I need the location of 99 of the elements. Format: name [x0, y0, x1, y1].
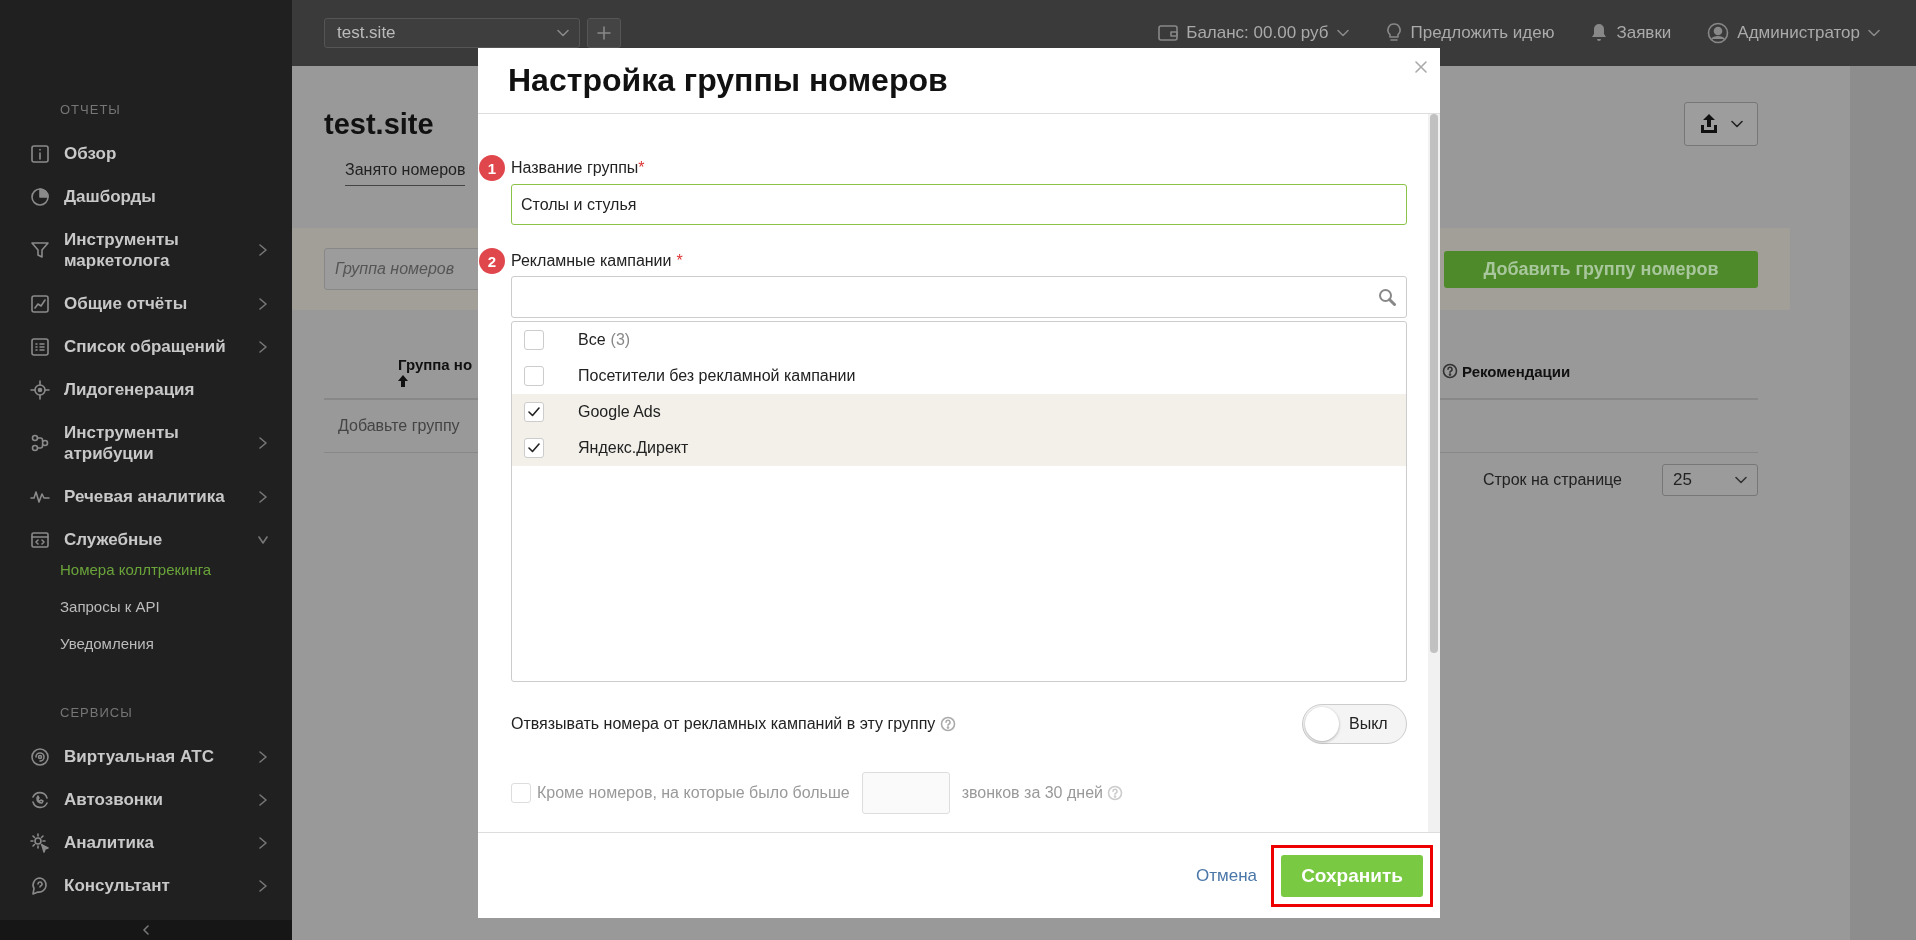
chevron-left-icon — [142, 925, 150, 935]
sidebar-item[interactable]: Виртуальная АТС — [64, 746, 239, 767]
export-button[interactable] — [1684, 102, 1758, 146]
required-mark: * — [638, 159, 645, 177]
sidebar-item[interactable]: Обзор — [64, 143, 239, 164]
option-label: Google Ads — [578, 403, 661, 421]
sidebar-item[interactable]: Общие отчёты — [64, 293, 239, 314]
caret-icon — [1336, 29, 1349, 37]
search-icon — [1378, 288, 1396, 306]
requests-text: Заявки — [1616, 23, 1672, 43]
option-label: Отвязывать номера от рекламных кампаний в эту группу — [511, 715, 936, 733]
caret-icon — [557, 29, 569, 37]
lightbulb-icon — [1384, 23, 1403, 43]
section-heading: ОТЧЕТЫ — [59, 101, 122, 119]
pie-chart-icon — [30, 186, 50, 207]
user-menu[interactable]: Администратор — [1707, 22, 1880, 44]
toggle-state-text: Выкл — [1349, 715, 1388, 733]
info-icon — [30, 143, 50, 164]
sidebar-item[interactable]: Дашборды — [64, 186, 239, 207]
sidebar-subitem[interactable]: Номера коллтрекинга — [60, 551, 212, 588]
toggle-switch[interactable]: Выкл — [1302, 704, 1407, 744]
sidebar-item[interactable]: Лидогенерация — [64, 379, 239, 400]
site-title: test.site — [324, 107, 434, 141]
check-icon — [528, 407, 540, 417]
upload-icon — [1699, 113, 1719, 135]
tab[interactable]: Занято номеров — [345, 160, 466, 186]
sidebar-item[interactable]: Аналитика — [64, 832, 239, 853]
plus-icon — [597, 26, 611, 40]
scrollbar[interactable] — [1428, 114, 1440, 832]
select-value: 25 — [1673, 470, 1692, 490]
caret-icon — [1735, 476, 1747, 484]
column-header[interactable]: Рекомендации — [1462, 362, 1571, 380]
sidebar-item[interactable]: Консультант — [64, 875, 239, 896]
target-icon — [30, 379, 50, 400]
cancel-link[interactable]: Отмена — [1196, 865, 1257, 886]
help-icon — [940, 716, 957, 732]
option-label: Яндекс.Директ — [578, 439, 689, 457]
spiral-icon — [30, 746, 50, 767]
funnel-icon — [30, 240, 50, 260]
checkbox[interactable] — [524, 402, 544, 422]
collapse-bar[interactable] — [0, 920, 292, 940]
balance-menu[interactable]: Баланс: 00.00 руб — [1158, 23, 1349, 43]
step-badge: 1 — [479, 155, 505, 181]
option-label: Посетители без рекламной кампании — [578, 367, 856, 385]
empty-table-text: Добавьте группу — [338, 417, 460, 435]
option-count: (3) — [610, 331, 631, 349]
option-label: звонков за 30 дней — [961, 784, 1103, 802]
close-icon — [1414, 60, 1428, 74]
check-icon — [528, 443, 540, 453]
search-field[interactable] — [511, 276, 1407, 318]
field-label: Название группы — [511, 159, 639, 177]
list-icon — [30, 336, 50, 357]
campaign-option[interactable]: Все (3) — [512, 322, 1406, 358]
campaign-option[interactable]: Google Ads — [512, 394, 1406, 430]
user-icon — [1707, 22, 1730, 44]
required-mark: * — [676, 252, 683, 270]
site-name: test.site — [337, 23, 396, 43]
gear-icon — [30, 832, 50, 853]
sidebar-item[interactable]: Инструменты атрибуции — [64, 422, 239, 464]
suggest-link[interactable]: Предложить идею — [1384, 23, 1555, 43]
checkbox[interactable] — [524, 330, 544, 350]
sidebar-item[interactable]: Список обращений — [64, 336, 239, 357]
balance-text: Баланс: 00.00 руб — [1186, 23, 1329, 43]
sidebar-item[interactable]: Инструменты маркетолога — [64, 229, 239, 271]
caret-icon — [1868, 29, 1880, 37]
dialog-title: Настройка группы номеров — [508, 62, 948, 99]
option-label: Все — [578, 331, 606, 349]
sidebar-item[interactable]: Автозвонки — [64, 789, 239, 810]
section-heading: СЕРВИСЫ — [59, 704, 134, 722]
requests-link[interactable]: Заявки — [1590, 23, 1672, 43]
campaign-option[interactable]: Яндекс.Директ — [512, 430, 1406, 466]
help-icon — [1106, 785, 1123, 801]
checkbox[interactable] — [524, 366, 544, 386]
close-button[interactable] — [1412, 58, 1430, 76]
suggest-text: Предложить идею — [1410, 23, 1555, 43]
wallet-icon — [1158, 24, 1179, 42]
phone-cycle-icon — [30, 789, 50, 810]
caret-icon — [1731, 120, 1743, 128]
nodes-icon — [30, 433, 50, 453]
sidebar-item[interactable]: Служебные — [64, 529, 239, 550]
code-window-icon — [30, 529, 50, 550]
rows-per-page-label: Строк на странице — [1482, 471, 1622, 489]
option-label: Кроме номеров, на которые было больше — [537, 784, 850, 802]
site-select[interactable]: test.site — [324, 18, 580, 48]
field-label: Рекламные кампании — [511, 252, 672, 270]
line-chart-icon — [30, 293, 50, 314]
rows-per-page-select[interactable]: 25 — [1662, 464, 1758, 496]
campaign-option[interactable]: Посетители без рекламной кампании — [512, 358, 1406, 394]
sidebar-subitem[interactable]: Уведомления — [60, 625, 154, 662]
sidebar-item[interactable]: Речевая аналитика — [64, 486, 239, 507]
add-site-button[interactable] — [587, 18, 621, 48]
column-header[interactable]: Группа но — [398, 355, 473, 373]
sidebar-subitem[interactable]: Запросы к API — [60, 588, 160, 625]
help-bubble-icon — [30, 875, 50, 896]
checkbox[interactable] — [524, 438, 544, 458]
step-badge: 2 — [479, 248, 505, 274]
user-name: Администратор — [1737, 23, 1860, 43]
group-name-field[interactable]: Столы и стулья — [511, 184, 1407, 225]
bell-icon — [1590, 23, 1609, 43]
